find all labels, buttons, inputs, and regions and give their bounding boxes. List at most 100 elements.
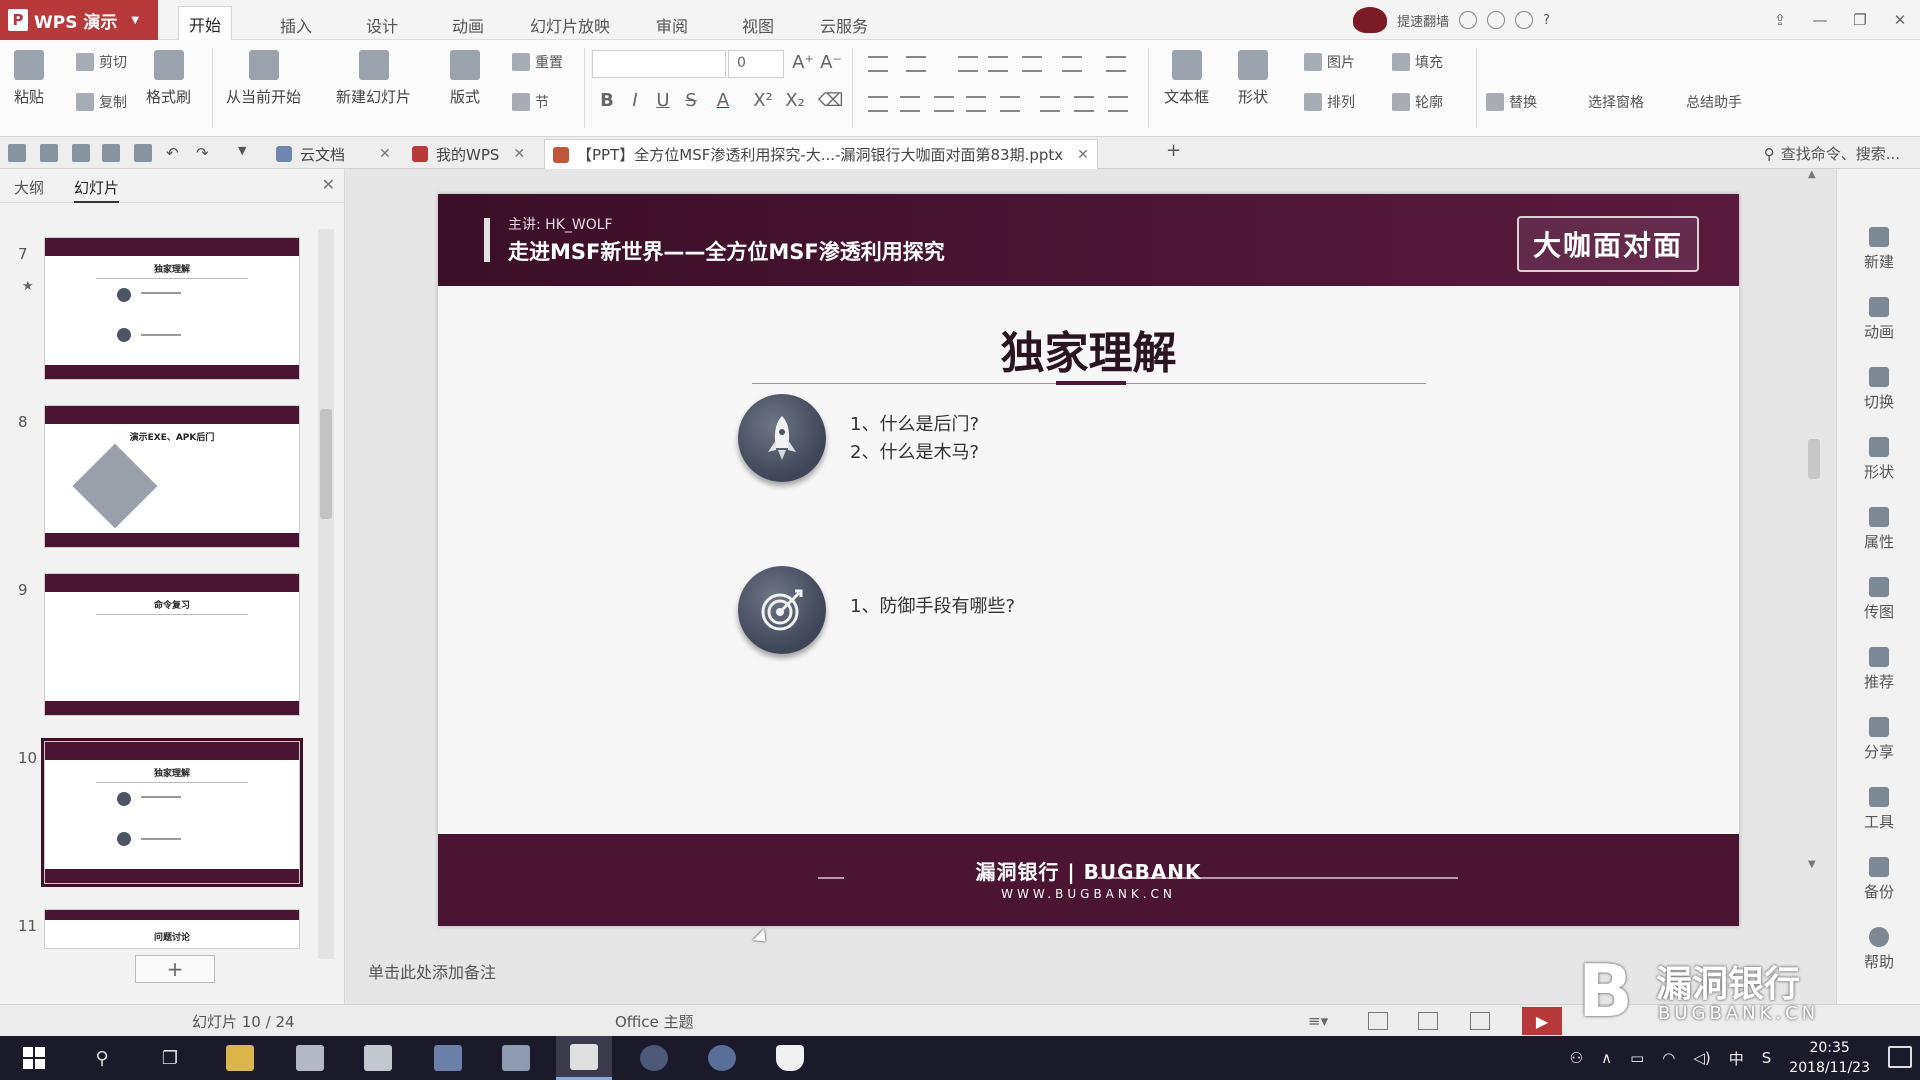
reset-button[interactable]: 重置 — [512, 52, 563, 72]
tab-insert[interactable]: 插入 — [270, 8, 322, 40]
copy-button[interactable]: 复制 — [76, 92, 127, 112]
outdent-icon[interactable] — [958, 56, 978, 72]
number-list-icon[interactable] — [906, 56, 926, 72]
grow-font-icon[interactable]: A⁺ — [792, 52, 814, 73]
upload-icon[interactable]: ⇪ — [1760, 0, 1800, 40]
canvas-scrollbar[interactable]: ▲ ▼ — [1806, 169, 1822, 929]
replace-button[interactable]: 替换 — [1486, 92, 1537, 112]
paragraph-spacing-icon[interactable] — [1074, 96, 1094, 112]
subscript-button[interactable]: X₂ — [780, 90, 810, 111]
shape-button[interactable]: 形状 — [1238, 50, 1268, 107]
normal-view-icon[interactable] — [1368, 1012, 1388, 1030]
help-icon[interactable]: ? — [1543, 13, 1550, 28]
summary-assistant-button[interactable]: 总结助手 — [1686, 92, 1742, 112]
layout-button[interactable]: 版式 — [450, 50, 480, 107]
find-command[interactable]: ⚲ 查找命令、搜索... — [1764, 143, 1900, 164]
scrollbar-thumb[interactable] — [1808, 439, 1820, 479]
select-pane-button[interactable]: 选择窗格 — [1588, 92, 1644, 112]
text-box-button[interactable]: 文本框 — [1164, 50, 1209, 107]
paste-button[interactable]: 粘贴 — [14, 50, 44, 107]
notes-toggle-icon[interactable]: ≡▾ — [1308, 1012, 1328, 1030]
taskbar-app-notes[interactable] — [350, 1036, 406, 1080]
slide[interactable]: 主讲: HK_WOLF 走进MSF新世界——全方位MSF渗透利用探究 大咖面对面… — [438, 194, 1739, 926]
font-color-button[interactable]: A — [712, 90, 734, 111]
export-icon[interactable] — [72, 144, 90, 162]
tab-slideshow[interactable]: 幻灯片放映 — [520, 8, 620, 40]
sidebar-item-recommend[interactable]: 推荐 — [1837, 647, 1920, 692]
taskbar-app-writer[interactable] — [282, 1036, 338, 1080]
taskbar-app-security[interactable] — [762, 1036, 818, 1080]
tab-home[interactable]: 开始 — [178, 6, 233, 41]
tab-cloud[interactable]: 云服务 — [810, 8, 878, 40]
sidebar-item-backup[interactable]: 备份 — [1837, 857, 1920, 902]
tab-outline[interactable]: 大纲 — [14, 177, 44, 198]
add-slide-button[interactable]: + — [135, 955, 215, 983]
picture-button[interactable]: 图片 — [1304, 52, 1355, 72]
clock[interactable]: 20:35 2018/11/23 — [1789, 1038, 1870, 1078]
strikethrough-button[interactable]: S — [680, 90, 702, 111]
taskbar-app-network[interactable] — [626, 1036, 682, 1080]
doc-tab-cloud[interactable]: 云文档 ✕ — [268, 139, 399, 169]
close-icon[interactable]: ✕ — [322, 175, 335, 194]
volume-icon[interactable]: ◁) — [1693, 1049, 1710, 1067]
fill-button[interactable]: 填充 — [1392, 52, 1443, 72]
people-icon[interactable]: ⚇ — [1570, 1049, 1583, 1067]
clear-format-icon[interactable]: ⌫ — [818, 90, 843, 111]
bullet-backdoor[interactable]: 1、什么是后门? — [850, 410, 979, 436]
close-button[interactable]: ✕ — [1880, 0, 1920, 40]
tab-review[interactable]: 审阅 — [646, 8, 698, 40]
user-label[interactable]: 提速翻墙 — [1397, 11, 1449, 30]
search-icon[interactable]: ⚲ — [88, 1044, 116, 1072]
slide-thumbnail-10[interactable]: 独家理解 — [41, 738, 303, 887]
play-slideshow-button[interactable]: ▶ — [1522, 1007, 1562, 1035]
settings-icon[interactable] — [1515, 11, 1534, 29]
slide-thumbnail-8[interactable]: 演示EXE、APK后门 — [44, 405, 300, 548]
task-view-icon[interactable]: ❐ — [156, 1044, 184, 1072]
tab-view[interactable]: 视图 — [732, 8, 784, 40]
taskbar-app-browser[interactable] — [694, 1036, 750, 1080]
print-icon[interactable] — [102, 144, 120, 162]
sync-icon[interactable] — [1487, 11, 1506, 29]
sidebar-item-properties[interactable]: 属性 — [1837, 507, 1920, 552]
bold-button[interactable]: B — [596, 90, 618, 111]
taskbar-app-archive[interactable] — [488, 1036, 544, 1080]
align-left-icon[interactable] — [868, 96, 888, 112]
arrange-button[interactable]: 排列 — [1304, 92, 1355, 112]
format-painter-button[interactable]: 格式刷 — [146, 50, 191, 107]
restore-button[interactable]: ❐ — [1840, 0, 1880, 40]
ime-indicator[interactable]: 中 — [1729, 1048, 1744, 1069]
close-icon[interactable]: ✕ — [513, 146, 525, 162]
scroll-up-icon[interactable]: ▲ — [1808, 169, 1816, 180]
notification-icon[interactable] — [1888, 1046, 1912, 1068]
justify-icon[interactable] — [966, 96, 986, 112]
align-center-icon[interactable] — [900, 96, 920, 112]
scrollbar-thumb[interactable] — [320, 409, 332, 519]
columns-icon[interactable] — [1022, 56, 1042, 72]
sidebar-item-transition[interactable]: 切换 — [1837, 367, 1920, 412]
minimize-button[interactable]: — — [1800, 0, 1840, 40]
scroll-down-icon[interactable]: ▼ — [1808, 859, 1816, 870]
redo-icon[interactable]: ↷ — [196, 144, 214, 162]
battery-icon[interactable]: ▭ — [1630, 1049, 1644, 1067]
bullet-list-icon[interactable] — [868, 56, 888, 72]
sidebar-item-tools[interactable]: 工具 — [1837, 787, 1920, 832]
sidebar-item-new[interactable]: 新建 — [1837, 227, 1920, 272]
superscript-button[interactable]: X² — [748, 90, 778, 111]
shrink-font-icon[interactable]: A⁻ — [820, 52, 842, 73]
slide-thumbnail-11[interactable]: 问题讨论 — [44, 909, 300, 949]
close-icon[interactable]: ✕ — [1077, 147, 1089, 163]
taskbar-app-explorer[interactable] — [212, 1036, 268, 1080]
outline-button[interactable]: 轮廓 — [1392, 92, 1443, 112]
sidebar-item-share[interactable]: 分享 — [1837, 717, 1920, 762]
tab-slides[interactable]: 幻灯片 — [74, 177, 120, 203]
reading-view-icon[interactable] — [1470, 1012, 1490, 1030]
skin-icon[interactable] — [1459, 11, 1478, 29]
align-right-icon[interactable] — [934, 96, 954, 112]
section-button[interactable]: 节 — [512, 92, 549, 112]
bullet-trojan[interactable]: 2、什么是木马? — [850, 438, 979, 464]
avatar[interactable] — [1353, 7, 1388, 33]
sidebar-item-help[interactable]: 帮助 — [1837, 927, 1920, 972]
slide-thumbnail-9[interactable]: 命令复习 — [44, 573, 300, 716]
from-current-button[interactable]: 从当前开始 — [226, 50, 301, 107]
cut-button[interactable]: 剪切 — [76, 52, 127, 72]
